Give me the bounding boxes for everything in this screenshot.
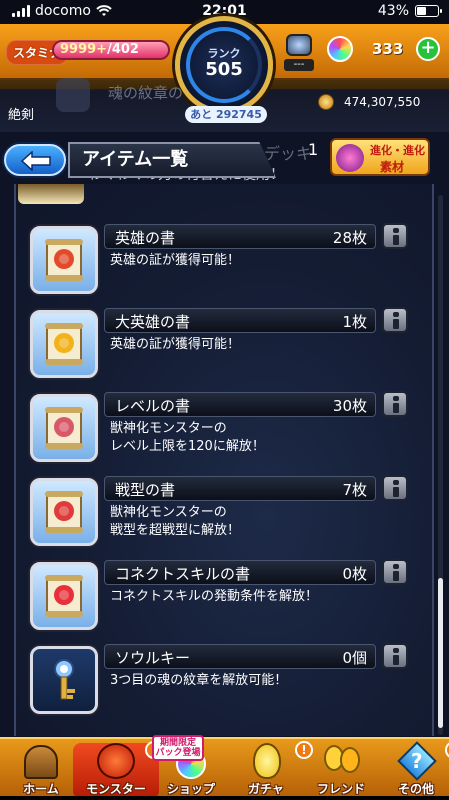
stamina-current: 9999+: [60, 42, 108, 57]
item-row[interactable]: 英雄の書 28枚 英雄の証が獲得可能！: [0, 221, 449, 301]
item-slot-label: ---: [284, 59, 314, 71]
item-name: 戦型の書: [115, 481, 176, 499]
item-thumbnail[interactable]: [30, 310, 98, 378]
back-arrow-icon: [20, 151, 51, 171]
nav-other[interactable]: ? その他 !: [373, 741, 449, 799]
item-row[interactable]: レベルの書 30枚 獣神化モンスターの レベル上限を120に解放！: [0, 389, 449, 469]
item-count: 7枚: [342, 481, 367, 499]
item-row[interactable]: 大英雄の書 1枚 英雄の証が獲得可能！: [0, 305, 449, 385]
item-description: 獣神化モンスターの 戦型を超戦型に解放！: [110, 505, 241, 538]
nav-label: その他: [397, 782, 434, 796]
partial-item-icon: [18, 184, 84, 204]
info-button[interactable]: [382, 643, 408, 669]
orb-icon: [327, 36, 353, 62]
item-name: ソウルキー: [115, 649, 191, 667]
orb-count: 333: [372, 40, 404, 58]
item-count: 28枚: [332, 229, 367, 247]
alert-badge: !: [445, 741, 449, 759]
stamina-bar[interactable]: 9999+/402: [52, 40, 170, 60]
info-button[interactable]: [382, 559, 408, 585]
item-name-bar: レベルの書 30枚: [104, 392, 376, 417]
gold-amount: 474,307,550: [344, 95, 421, 109]
gem-icon: [286, 34, 312, 56]
page-title: アイテム一覧: [68, 142, 276, 178]
info-button[interactable]: [382, 307, 408, 333]
nav-monster[interactable]: モンスター !: [73, 741, 163, 799]
item-name-bar: ソウルキー 0個: [104, 644, 376, 669]
evolution-monster-icon: [336, 144, 364, 172]
item-name: レベルの書: [115, 397, 191, 415]
item-name: 英雄の書: [115, 229, 176, 247]
player-title: 絶剣: [8, 108, 35, 123]
scrollbar-thumb[interactable]: [438, 578, 443, 728]
item-row[interactable]: コネクトスキルの書 0枚 コネクトスキルの発動条件を解放！: [0, 557, 449, 637]
monster-icon: [91, 743, 141, 781]
nav-label: ショップ: [166, 782, 215, 796]
gacha-egg-icon: [241, 743, 291, 781]
nav-home[interactable]: ホーム: [0, 743, 84, 799]
item-thumbnail[interactable]: [30, 478, 98, 546]
nav-gacha-egg[interactable]: ガチャ !: [223, 741, 313, 799]
item-description: 3つ目の魂の紋章を解放可能！: [110, 673, 288, 688]
item-count: 0枚: [342, 565, 367, 583]
item-thumbnail[interactable]: [30, 562, 98, 630]
nav-label: ガチャ: [248, 782, 284, 796]
game-header: スタミナ 9999+/402 ランク 505 あと 292745 --- 333…: [0, 16, 449, 132]
item-description: 英雄の証が獲得可能！: [110, 253, 241, 268]
home-indicator: [0, 796, 449, 800]
rank-next-exp: あと 292745: [185, 106, 267, 123]
item-description: 英雄の証が獲得可能！: [110, 337, 241, 352]
faded-background-text: 魂の紋章の: [108, 84, 184, 102]
bottom-navigation: ホーム モンスター ! ショップ ガチャ ! フレンド ? その他 !: [0, 737, 449, 800]
item-thumbnail[interactable]: [30, 394, 98, 462]
rank-badge[interactable]: ランク 505: [175, 16, 273, 114]
item-name-bar: 英雄の書 28枚: [104, 224, 376, 249]
equipped-item-slot[interactable]: ---: [284, 34, 314, 74]
info-button[interactable]: [382, 223, 408, 249]
banner-behind-count: 1: [308, 140, 319, 159]
info-button[interactable]: [382, 391, 408, 417]
nav-label: ホーム: [23, 782, 59, 796]
other-icon: ?: [391, 741, 441, 781]
nav-friend-balloon[interactable]: フレンド: [298, 743, 384, 799]
page-banner: ワクワクデッキ わくわくの力の付替えに使用！ 1 アイテム一覧 進化・進化 素材: [0, 134, 449, 184]
battery-indicator: 43%: [377, 3, 442, 19]
item-count: 1枚: [342, 313, 367, 331]
battery-icon: [415, 5, 442, 17]
item-description: 獣神化モンスターの レベル上限を120に解放！: [110, 421, 265, 454]
faded-item-icon: [56, 78, 90, 112]
buy-orb-button[interactable]: +: [416, 37, 440, 61]
rank-value: 505: [205, 59, 243, 80]
nav-label: フレンド: [316, 782, 365, 796]
material-label: 素材: [380, 160, 405, 174]
info-button[interactable]: [382, 475, 408, 501]
evolution-label: 進化・進化: [370, 144, 425, 157]
item-name-bar: コネクトスキルの書 0枚: [104, 560, 376, 585]
promo-line1: 期間限定: [159, 738, 196, 748]
item-row[interactable]: 戦型の書 7枚 獣神化モンスターの 戦型を超戦型に解放！: [0, 473, 449, 553]
back-button[interactable]: [4, 144, 66, 176]
limited-pack-badge: 期間限定 パック登場: [152, 735, 204, 761]
item-name: コネクトスキルの書: [115, 565, 251, 583]
friend-balloon-icon: [316, 743, 366, 781]
item-thumbnail[interactable]: [30, 226, 98, 294]
item-row[interactable]: ソウルキー 0個 3つ目の魂の紋章を解放可能！: [0, 641, 449, 721]
item-name-bar: 大英雄の書 1枚: [104, 308, 376, 333]
evolution-material-button[interactable]: 進化・進化 素材: [330, 138, 430, 176]
item-name: 大英雄の書: [115, 313, 191, 331]
item-count: 0個: [342, 649, 367, 667]
item-count: 30枚: [332, 397, 367, 415]
home-icon: [16, 743, 66, 781]
promo-line2: パック登場: [155, 748, 201, 758]
nav-label: モンスター: [86, 782, 146, 796]
stamina-max: /402: [107, 42, 139, 57]
item-description: コネクトスキルの発動条件を解放！: [110, 589, 319, 604]
item-name-bar: 戦型の書 7枚: [104, 476, 376, 501]
battery-percent: 43%: [377, 3, 409, 19]
item-thumbnail[interactable]: [30, 646, 98, 714]
gold-coin-icon: [318, 94, 334, 110]
